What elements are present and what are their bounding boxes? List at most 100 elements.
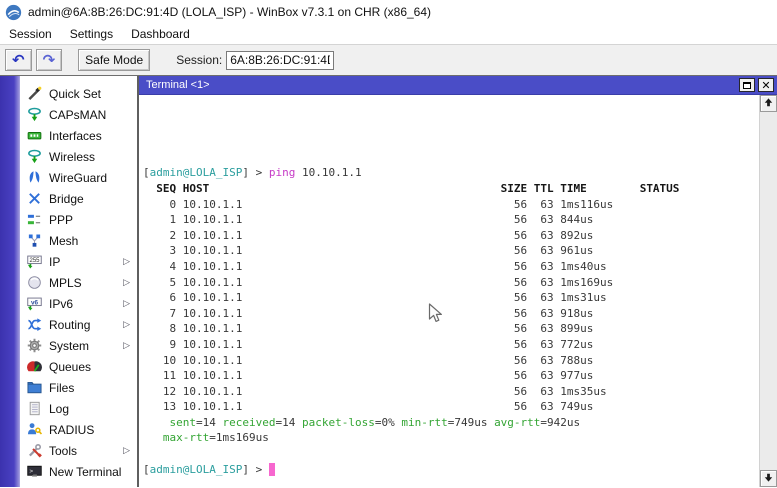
sidebar-item-label: Files [49, 381, 74, 395]
terminal-text-segment: packet-loss [302, 416, 375, 429]
ppp-icon [27, 212, 42, 227]
sidebar-item-label: Wireless [49, 150, 95, 164]
sidebar-item-queues[interactable]: Queues [20, 356, 137, 377]
terminal-cursor [269, 463, 276, 476]
sidebar-item-files[interactable]: Files [20, 377, 137, 398]
terminal-text-segment: 7 10.10.1.1 56 63 918us [143, 307, 593, 320]
terminal-text-segment: ] > [242, 166, 269, 179]
terminal-text-segment: admin@LOLA_ISP [150, 463, 243, 476]
terminal-line [143, 119, 759, 135]
sidebar-item-ip[interactable]: 255IP▷ [20, 251, 137, 272]
terminal-text-segment: received [223, 416, 276, 429]
sidebar-item-radius[interactable]: RADIUS [20, 419, 137, 440]
interfaces-icon [27, 128, 42, 143]
files-icon [27, 380, 42, 395]
terminal-text-segment: max-rtt [163, 431, 209, 444]
terminal-text-segment: avg-rtt [494, 416, 540, 429]
terminal-text-segment: 5 10.10.1.1 56 63 1ms169us [143, 276, 613, 289]
sidebar-item-ipv6[interactable]: v6IPv6▷ [20, 293, 137, 314]
sidebar-item-system[interactable]: System▷ [20, 335, 137, 356]
sidebar-accent-stripe [0, 76, 20, 487]
svg-text:>_: >_ [29, 468, 37, 475]
close-button[interactable]: ✕ [758, 78, 774, 92]
arrow-down-icon [763, 471, 774, 486]
sidebar-item-mpls[interactable]: MPLS▷ [20, 272, 137, 293]
menu-settings[interactable]: Settings [61, 25, 122, 43]
maximize-button[interactable] [739, 78, 755, 92]
radius-icon [27, 422, 42, 437]
ip-icon: 255 [27, 254, 42, 269]
submenu-arrow-icon: ▷ [123, 257, 130, 267]
sidebar-item-new-terminal[interactable]: >_New Terminal [20, 461, 137, 482]
terminal-title: Terminal <1> [146, 79, 736, 91]
sidebar-item-tools[interactable]: Tools▷ [20, 440, 137, 461]
terminal-text-segment: 10.10.1.1 [295, 166, 361, 179]
terminal-line: 6 10.10.1.1 56 63 1ms31us [143, 290, 759, 306]
terminal-text-segment: =749us [448, 416, 494, 429]
system-icon [27, 338, 42, 353]
app-titlebar: admin@6A:8B:26:DC:91:4D (LOLA_ISP) - Win… [0, 0, 777, 24]
menu-session[interactable]: Session [0, 25, 61, 43]
terminal-text-segment: SEQ HOST SIZE TTL TIME STATUS [143, 182, 679, 195]
sidebar-item-interfaces[interactable]: Interfaces [20, 125, 137, 146]
sidebar-item-wireless[interactable]: Wireless [20, 146, 137, 167]
terminal-line [143, 446, 759, 462]
terminal-text-segment: 6 10.10.1.1 56 63 1ms31us [143, 291, 607, 304]
terminal-text-segment: 3 10.10.1.1 56 63 961us [143, 244, 593, 257]
sidebar-item-bridge[interactable]: Bridge [20, 188, 137, 209]
sidebar-item-wireguard[interactable]: WireGuard [20, 167, 137, 188]
ipv6-icon: v6 [27, 296, 42, 311]
svg-text:v6: v6 [31, 299, 39, 306]
terminal-line: 9 10.10.1.1 56 63 772us [143, 337, 759, 353]
redo-icon: ↷ [43, 53, 56, 68]
terminal-text-segment: =14 [196, 416, 223, 429]
terminal-line: 3 10.10.1.1 56 63 961us [143, 243, 759, 259]
sidebar-item-label: CAPsMAN [49, 108, 106, 122]
terminal-text-segment: =942us [540, 416, 580, 429]
terminal-text-segment: 10 10.10.1.1 56 63 788us [143, 354, 593, 367]
terminal-scrollbar[interactable] [759, 95, 777, 487]
mpls-icon [27, 275, 42, 290]
menu-bar: SessionSettingsDashboard [0, 24, 777, 45]
tools-icon [27, 443, 42, 458]
submenu-arrow-icon: ▷ [123, 299, 130, 309]
wireless-icon [27, 149, 42, 164]
terminal-line: 11 10.10.1.1 56 63 977us [143, 368, 759, 384]
session-input[interactable] [226, 51, 334, 70]
terminal-line [143, 103, 759, 119]
terminal-text-segment: 2 10.10.1.1 56 63 892us [143, 229, 593, 242]
terminal-text-segment: 4 10.10.1.1 56 63 1ms40us [143, 260, 607, 273]
session-label: Session: [176, 53, 222, 67]
terminal-titlebar[interactable]: Terminal <1> ✕ [139, 76, 777, 95]
submenu-arrow-icon: ▷ [123, 341, 130, 351]
sidebar-item-routing[interactable]: Routing▷ [20, 314, 137, 335]
terminal-text-segment: 1 10.10.1.1 56 63 844us [143, 213, 593, 226]
terminal-text-segment: 12 10.10.1.1 56 63 1ms35us [143, 385, 607, 398]
undo-icon: ↶ [12, 53, 25, 68]
winbox-logo-icon [5, 4, 22, 21]
scroll-down-button[interactable] [760, 470, 777, 487]
terminal-output[interactable]: [admin@LOLA_ISP] > ping 10.10.1.1 SEQ HO… [139, 95, 759, 487]
sidebar-item-label: Tools [49, 444, 77, 458]
terminal-line: max-rtt=1ms169us [143, 430, 759, 446]
undo-button[interactable]: ↶ [5, 49, 32, 71]
sidebar-item-log[interactable]: Log [20, 398, 137, 419]
sidebar-item-capsman[interactable]: CAPsMAN [20, 104, 137, 125]
sidebar-item-quick-set[interactable]: Quick Set [20, 83, 137, 104]
terminal-line [143, 150, 759, 166]
redo-button[interactable]: ↷ [36, 49, 63, 71]
terminal-line: SEQ HOST SIZE TTL TIME STATUS [143, 181, 759, 197]
bridge-icon [27, 191, 42, 206]
sidebar-item-label: WireGuard [49, 171, 107, 185]
terminal-line: 5 10.10.1.1 56 63 1ms169us [143, 275, 759, 291]
terminal-body: [admin@LOLA_ISP] > ping 10.10.1.1 SEQ HO… [139, 95, 777, 487]
sidebar-item-mesh[interactable]: Mesh [20, 230, 137, 251]
terminal-window: Terminal <1> ✕ [admin@LOLA_ISP] > ping 1… [137, 76, 777, 487]
safe-mode-button[interactable]: Safe Mode [78, 49, 150, 71]
terminal-text-segment: admin@LOLA_ISP [150, 166, 243, 179]
sidebar-item-ppp[interactable]: PPP [20, 209, 137, 230]
scroll-up-button[interactable] [760, 95, 777, 112]
sidebar-item-label: MPLS [49, 276, 82, 290]
toolbar: ↶ ↷ Safe Mode Session: [0, 45, 777, 76]
menu-dashboard[interactable]: Dashboard [122, 25, 199, 43]
